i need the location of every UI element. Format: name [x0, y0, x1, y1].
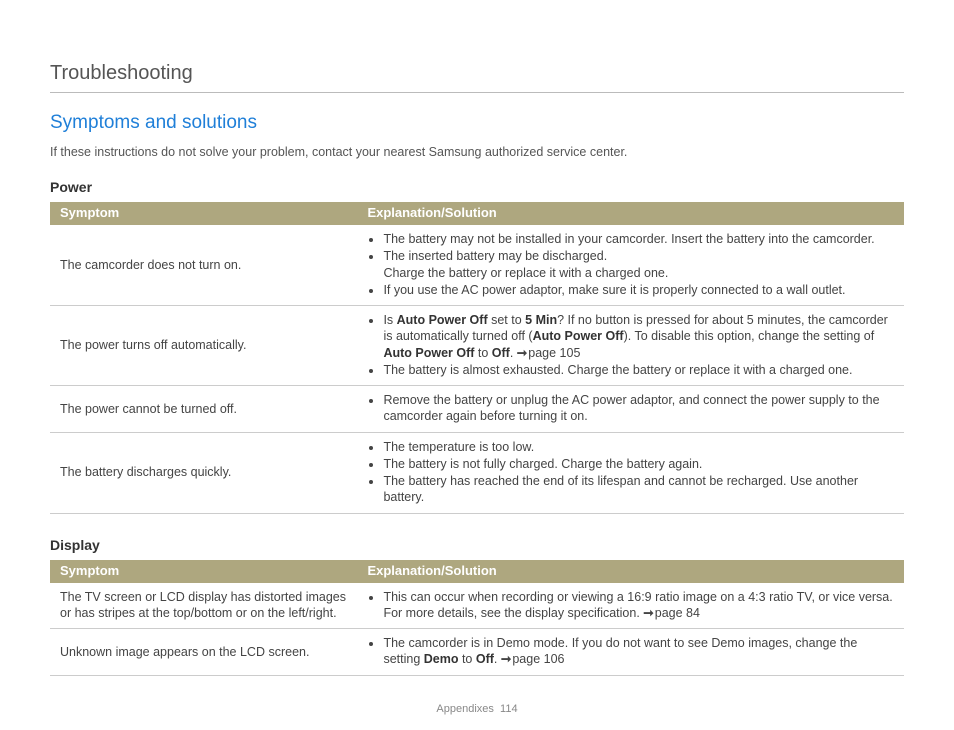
page: Troubleshooting Symptoms and solutions I…: [0, 0, 954, 730]
table-row: The TV screen or LCD display has distort…: [50, 583, 904, 629]
solution-cell: The camcorder is in Demo mode. If you do…: [357, 629, 904, 676]
solution-cell: The battery may not be installed in your…: [357, 225, 904, 306]
table-row: Unknown image appears on the LCD screen.…: [50, 629, 904, 676]
symptom-cell: The camcorder does not turn on.: [50, 225, 357, 306]
symptom-cell: The TV screen or LCD display has distort…: [50, 583, 357, 629]
symptom-cell: The battery discharges quickly.: [50, 432, 357, 513]
solution-cell: Remove the battery or unplug the AC powe…: [357, 386, 904, 433]
intro-text: If these instructions do not solve your …: [50, 144, 904, 160]
table-row: The power turns off automatically. Is Au…: [50, 306, 904, 386]
solution-cell: This can occur when recording or viewing…: [357, 583, 904, 629]
chapter-title: Troubleshooting: [50, 60, 904, 93]
symptom-cell: The power turns off automatically.: [50, 306, 357, 386]
subheading-display: Display: [50, 536, 904, 554]
table-row: The battery discharges quickly. The temp…: [50, 432, 904, 513]
table-row: The power cannot be turned off. Remove t…: [50, 386, 904, 433]
solution-cell: Is Auto Power Off set to 5 Min? If no bu…: [357, 306, 904, 386]
section-heading: Symptoms and solutions: [50, 111, 904, 136]
table-row: The camcorder does not turn on. The batt…: [50, 225, 904, 306]
subheading-power: Power: [50, 178, 904, 196]
display-table: Symptom Explanation/Solution The TV scre…: [50, 560, 904, 676]
symptom-cell: The power cannot be turned off.: [50, 386, 357, 433]
th-solution: Explanation/Solution: [357, 560, 904, 583]
page-footer: Appendixes 114: [0, 702, 954, 716]
power-table: Symptom Explanation/Solution The camcord…: [50, 202, 904, 513]
footer-page: 114: [500, 703, 518, 715]
th-symptom: Symptom: [50, 202, 357, 225]
th-solution: Explanation/Solution: [357, 202, 904, 225]
th-symptom: Symptom: [50, 560, 357, 583]
solution-cell: The temperature is too low.The battery i…: [357, 432, 904, 513]
footer-section: Appendixes: [436, 703, 494, 715]
symptom-cell: Unknown image appears on the LCD screen.: [50, 629, 357, 676]
